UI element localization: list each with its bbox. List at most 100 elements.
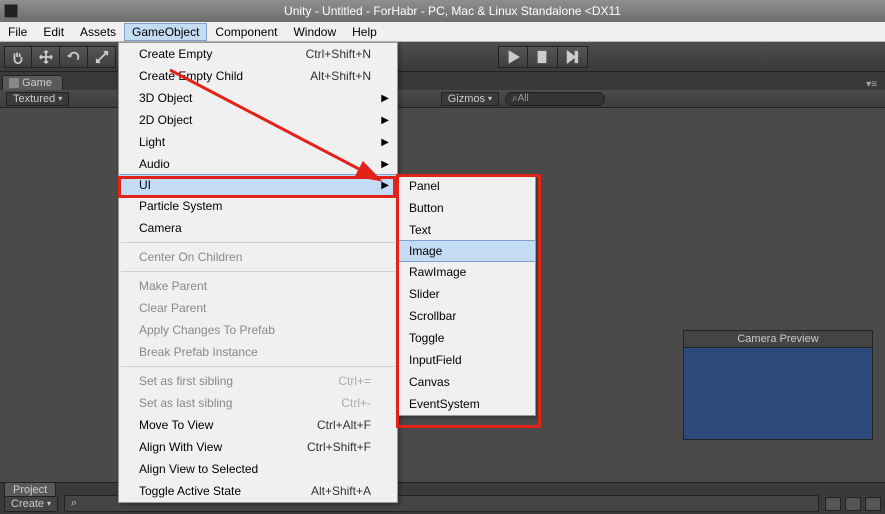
camera-preview-title: Camera Preview [684,331,872,347]
menu-item-label: 3D Object [139,91,192,105]
menu-item-label: Align With View [139,440,222,454]
menu-item-shortcut: Ctrl+Shift+F [307,440,371,454]
menu-item[interactable]: Align View to Selected [119,458,397,480]
tab-options-icon[interactable]: ▾≡ [866,79,877,90]
menu-item-label: Create Empty [139,47,212,61]
menu-item-label: Audio [139,157,170,171]
unity-logo-icon [4,4,18,18]
submenu-item[interactable]: InputField [397,349,535,371]
menu-item-label: Break Prefab Instance [139,345,258,359]
menu-item-shortcut: Ctrl+Shift+N [306,47,371,61]
filter-icon[interactable] [845,497,861,511]
menu-assets[interactable]: Assets [72,23,124,41]
menu-item-label: Toggle Active State [139,484,241,498]
menu-item-label: Set as first sibling [139,374,233,388]
gameobject-menu: Create Empty Ctrl+Shift+N Create Empty Chi… [118,42,398,503]
move-tool-button[interactable] [32,46,60,68]
menu-item-shortcut: Ctrl+Alt+F [317,418,371,432]
menu-item-label: Move To View [139,418,213,432]
menu-item[interactable]: 3D Object▶ [119,87,397,109]
menu-item: Clear Parent [119,297,397,319]
submenu-item[interactable]: EventSystem [397,393,535,415]
menu-file[interactable]: File [0,23,35,41]
menu-window[interactable]: Window [285,23,344,41]
submenu-item[interactable]: Text [397,219,535,241]
menu-item[interactable]: Camera [119,217,397,239]
gizmos-label: Gizmos [448,93,485,105]
camera-preview-view [684,347,872,439]
pause-button[interactable] [528,46,558,68]
menu-item[interactable]: Create Empty Ctrl+Shift+N [119,43,397,65]
menu-item[interactable]: Light ▶ [119,131,397,153]
menu-item: Apply Changes To Prefab [119,319,397,341]
play-button[interactable] [498,46,528,68]
menu-component[interactable]: Component [207,23,285,41]
menu-item[interactable]: Move To View Ctrl+Alt+F [119,414,397,436]
submenu-item[interactable]: Toggle [397,327,535,349]
gizmos-dropdown[interactable]: Gizmos ▾ [441,92,499,106]
menu-item: Set as last sibling Ctrl+- [119,392,397,414]
menu-item-shortcut: Ctrl+- [341,396,371,410]
menu-item-label: Light [139,135,165,149]
menu-item[interactable]: Align With View Ctrl+Shift+F [119,436,397,458]
chevron-down-icon: ▾ [47,499,51,508]
camera-preview-panel: Camera Preview [683,330,873,440]
menu-item[interactable]: Audio ▶ [119,153,397,175]
step-button[interactable] [558,46,588,68]
menu-item: Make Parent [119,275,397,297]
submenu-item[interactable]: Button [397,197,535,219]
menu-item[interactable]: Toggle Active State Alt+Shift+A [119,480,397,502]
textured-dropdown[interactable]: Textured ▾ [6,92,69,106]
menu-item-shortcut: Ctrl+= [338,374,371,388]
window-title: Unity - Untitled - ForHabr - PC, Mac & L… [24,4,881,18]
game-tab-icon [9,78,19,88]
menu-item-label: Make Parent [139,279,207,293]
create-dropdown[interactable]: Create ▾ [4,496,58,512]
create-label: Create [11,498,44,510]
submenu-arrow-icon: ▶ [381,180,389,191]
search-input[interactable]: ⌕ All [505,92,605,106]
submenu-item[interactable]: Image [396,240,536,262]
menu-item: Set as first sibling Ctrl+= [119,370,397,392]
menu-item-label: Center On Children [139,250,242,264]
chevron-down-icon: ▾ [58,94,62,103]
submenu-arrow-icon: ▶ [381,159,389,170]
search-value: All [518,93,529,104]
game-tab[interactable]: Game [2,75,63,90]
filter-icon[interactable] [825,497,841,511]
game-tab-label: Game [22,77,52,89]
submenu-item[interactable]: RawImage [397,261,535,283]
submenu-arrow-icon: ▶ [381,137,389,148]
menu-gameobject[interactable]: GameObject [124,23,207,41]
menu-item-shortcut: Alt+Shift+A [311,484,371,498]
textured-label: Textured [13,93,55,105]
chevron-down-icon: ▾ [488,94,492,103]
rotate-tool-button[interactable] [60,46,88,68]
menu-item-label: UI [139,178,151,192]
menu-item-label: Particle System [139,199,222,213]
menu-item-shortcut: Alt+Shift+N [310,69,371,83]
menu-item-label: Camera [139,221,182,235]
submenu-item[interactable]: Scrollbar [397,305,535,327]
menu-item-label: Align View to Selected [139,462,258,476]
menu-item[interactable]: Particle System [119,195,397,217]
submenu-item[interactable]: Canvas [397,371,535,393]
save-icon[interactable] [865,497,881,511]
menubar: File Edit Assets GameObject Component Wi… [0,22,885,42]
menu-help[interactable]: Help [344,23,385,41]
menu-edit[interactable]: Edit [35,23,72,41]
menu-item-label: Create Empty Child [139,69,243,83]
menu-item[interactable]: Create Empty Child Alt+Shift+N [119,65,397,87]
submenu-item[interactable]: Slider [397,283,535,305]
title-bar: Unity - Untitled - ForHabr - PC, Mac & L… [0,0,885,22]
menu-item: Break Prefab Instance [119,341,397,363]
menu-item[interactable]: UI ▶ [118,174,398,196]
menu-item-label: Set as last sibling [139,396,232,410]
hand-tool-button[interactable] [4,46,32,68]
menu-item[interactable]: 2D Object▶ [119,109,397,131]
menu-item-label: Apply Changes To Prefab [139,323,275,337]
submenu-arrow-icon: ▶ [381,115,389,126]
ui-submenu: PanelButtonTextImageRawImageSliderScroll… [396,174,536,416]
submenu-item[interactable]: Panel [397,175,535,197]
scale-tool-button[interactable] [88,46,116,68]
